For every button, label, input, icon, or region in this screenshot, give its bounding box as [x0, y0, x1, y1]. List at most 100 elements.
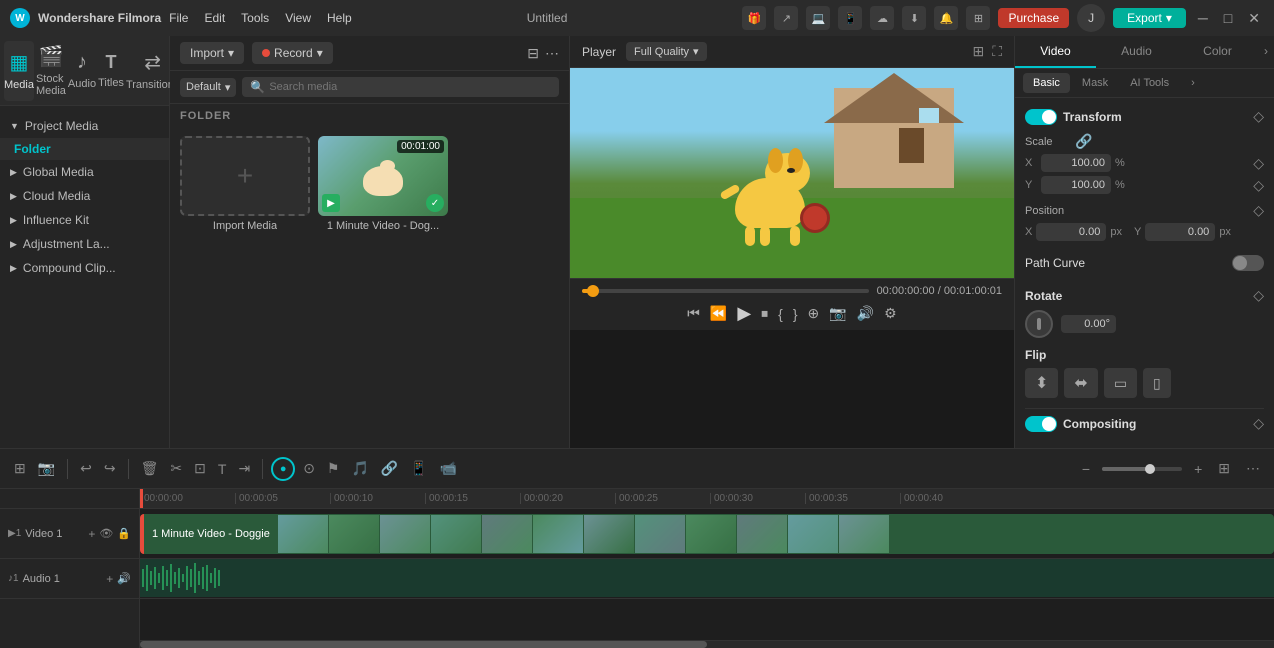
compositing-toggle[interactable] — [1025, 416, 1057, 432]
subtab-ai-tools[interactable]: AI Tools — [1120, 73, 1179, 93]
download-icon[interactable]: ⬇ — [902, 6, 926, 30]
phone-icon[interactable]: 📱 — [838, 6, 862, 30]
more-icon[interactable]: ⋯ — [545, 45, 559, 62]
gift-icon[interactable]: 🎁 — [742, 6, 766, 30]
sidebar-item-project-media[interactable]: ▼ Project Media — [0, 114, 169, 138]
rotate-keyframe-icon[interactable]: ◇ — [1253, 287, 1264, 304]
tl-camera-btn[interactable]: 📹 — [436, 458, 461, 479]
zoom-thumb[interactable] — [1145, 464, 1155, 474]
rotate-input[interactable] — [1061, 315, 1116, 333]
tab-color[interactable]: Color — [1177, 36, 1258, 68]
track-add-btn[interactable]: + — [88, 527, 95, 541]
frame-back-button[interactable]: ⏪ — [710, 305, 727, 322]
subtab-mask[interactable]: Mask — [1072, 73, 1118, 93]
subtab-more[interactable]: › — [1181, 73, 1205, 93]
sidebar-item-cloud-media[interactable]: ▶ Cloud Media — [0, 184, 169, 208]
export-button[interactable]: Export ▾ — [1113, 8, 1186, 28]
volume-button[interactable]: 🔊 — [857, 305, 874, 322]
sidebar-item-adjustment[interactable]: ▶ Adjustment La... — [0, 232, 169, 256]
subtab-basic[interactable]: Basic — [1023, 73, 1070, 93]
tab-video[interactable]: Video — [1015, 36, 1096, 68]
position-keyframe-icon[interactable]: ◇ — [1253, 202, 1264, 219]
mark-in-button[interactable]: { — [778, 306, 783, 322]
tab-audio[interactable]: Audio — [1096, 36, 1177, 68]
record-button[interactable]: Record ▾ — [252, 42, 333, 64]
track-lock-btn[interactable]: 🔒 — [117, 527, 131, 540]
toolbar-item-stock[interactable]: 🎬 Stock Media — [36, 41, 66, 101]
audio-clip[interactable] — [140, 559, 1274, 597]
purchase-button[interactable]: Purchase — [998, 8, 1069, 28]
import-media-thumb[interactable]: + — [180, 136, 310, 216]
transform-keyframe-icon[interactable]: ◇ — [1253, 108, 1264, 125]
search-input[interactable] — [269, 81, 551, 93]
audio-add-btn[interactable]: + — [106, 572, 113, 586]
tl-audio-btn[interactable]: 🎵 — [347, 458, 372, 479]
bell-icon[interactable]: 🔔 — [934, 6, 958, 30]
lock-icon[interactable]: 🔗 — [1075, 133, 1092, 150]
rotate-knob[interactable] — [1025, 310, 1053, 338]
import-button[interactable]: Import ▾ — [180, 42, 244, 64]
cloud-icon[interactable]: ☁ — [870, 6, 894, 30]
minimize-button[interactable]: ─ — [1194, 10, 1212, 26]
menu-file[interactable]: File — [169, 11, 188, 25]
audio-mute-btn[interactable]: 🔊 — [117, 572, 131, 585]
menu-view[interactable]: View — [285, 11, 311, 25]
toolbar-item-titles[interactable]: T Titles — [98, 41, 124, 101]
tl-crop-btn[interactable]: ⊡ — [190, 458, 210, 479]
scale-x-keyframe-icon[interactable]: ◇ — [1253, 155, 1264, 172]
pos-x-input[interactable] — [1036, 223, 1106, 241]
pos-y-input[interactable] — [1145, 223, 1215, 241]
skip-back-button[interactable]: ⏮ — [687, 305, 700, 322]
tl-add-track-btn[interactable]: ⊞ — [10, 458, 30, 479]
player-progress-thumb[interactable] — [587, 285, 599, 297]
menu-help[interactable]: Help — [327, 11, 352, 25]
tl-split-btn[interactable]: ✂ — [166, 458, 186, 479]
quality-select[interactable]: Full Quality ▾ — [626, 42, 707, 61]
sidebar-item-global-media[interactable]: ▶ Global Media — [0, 160, 169, 184]
share-icon[interactable]: ↗ — [774, 6, 798, 30]
tl-zoom-in-btn[interactable]: + — [1190, 459, 1206, 479]
close-button[interactable]: ✕ — [1244, 10, 1264, 27]
grid-icon[interactable]: ⊞ — [966, 6, 990, 30]
tl-link-btn[interactable]: 🔗 — [377, 458, 402, 479]
tl-text-btn[interactable]: T — [214, 459, 231, 479]
toolbar-item-audio[interactable]: ♪ Audio — [68, 41, 96, 101]
transform-toggle[interactable] — [1025, 109, 1057, 125]
filter-icon[interactable]: ⊟ — [527, 45, 539, 62]
sidebar-folder-label[interactable]: Folder — [0, 138, 169, 160]
scale-y-input[interactable] — [1041, 176, 1111, 194]
tl-snap-btn[interactable]: ● — [271, 457, 295, 481]
play-button[interactable]: ▶ — [737, 303, 751, 324]
tl-zoom-out-btn[interactable]: − — [1078, 459, 1094, 479]
scale-x-input[interactable] — [1041, 154, 1111, 172]
video-thumb[interactable]: 00:01:00 ▶ ✓ — [318, 136, 448, 216]
tl-mark-btn[interactable]: ⚑ — [323, 458, 344, 479]
toolbar-item-media[interactable]: ▦ Media — [4, 41, 34, 101]
tl-undo-btn[interactable]: ↩ — [76, 458, 96, 479]
flip-vertical-button[interactable]: ⬍ — [1025, 368, 1058, 398]
maximize-button[interactable]: □ — [1220, 10, 1236, 26]
user-avatar[interactable]: J — [1077, 4, 1105, 32]
tl-more-btn[interactable]: ⋯ — [1242, 458, 1264, 479]
mark-out-button[interactable]: } — [793, 306, 798, 322]
tl-layout-btn[interactable]: ⊞ — [1214, 458, 1234, 479]
flip-rect-h-button[interactable]: ▭ — [1104, 368, 1137, 398]
player-fullscreen-icon[interactable]: ⛶ — [992, 43, 1002, 60]
menu-edit[interactable]: Edit — [204, 11, 225, 25]
sidebar-item-influence-kit[interactable]: ▶ Influence Kit — [0, 208, 169, 232]
video-clip[interactable]: 1 Minute Video - Doggie — [140, 514, 1274, 554]
default-select[interactable]: Default ▾ — [180, 78, 236, 97]
tl-delete-btn[interactable]: 🗑 — [137, 458, 163, 479]
timeline-scrollbar[interactable] — [140, 640, 1274, 648]
track-mute-btn[interactable]: 👁 — [99, 527, 113, 540]
tl-redo-btn[interactable]: ↪ — [100, 458, 120, 479]
tl-magnet-btn[interactable]: ⊙ — [299, 458, 319, 479]
player-progress-bar[interactable] — [582, 289, 869, 293]
computer-icon[interactable]: 💻 — [806, 6, 830, 30]
tl-snapshot-btn[interactable]: 📷 — [34, 458, 59, 479]
right-tab-more[interactable]: › — [1258, 36, 1274, 68]
settings-button[interactable]: ⚙ — [884, 305, 897, 322]
sidebar-item-compound[interactable]: ▶ Compound Clip... — [0, 256, 169, 280]
stop-button[interactable]: ⏹ — [761, 305, 768, 322]
tl-expand-btn[interactable]: ⇥ — [234, 458, 254, 479]
